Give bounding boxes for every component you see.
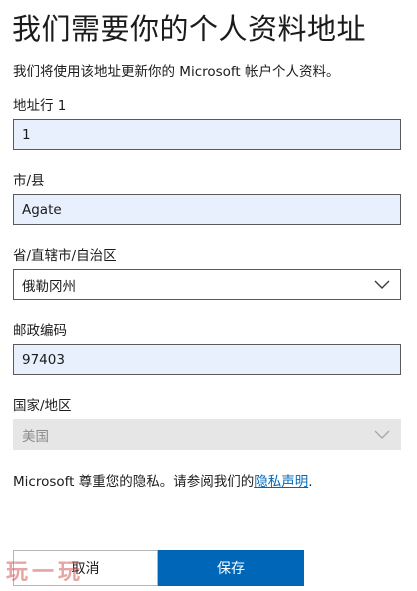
country-select: 美国 <box>13 419 401 450</box>
privacy-statement: Microsoft 尊重您的隐私。请参阅我们的隐私声明. <box>13 470 313 490</box>
chevron-down-icon <box>374 427 390 443</box>
page-description: 我们将使用该地址更新你的 Microsoft 帐户个人资料。 <box>13 64 340 80</box>
city-label: 市/县 <box>13 173 45 189</box>
postal-code-input[interactable] <box>13 344 401 375</box>
city-input[interactable] <box>13 194 401 225</box>
save-button[interactable]: 保存 <box>158 550 304 586</box>
privacy-link[interactable]: 隐私声明 <box>254 474 308 490</box>
address-line1-input[interactable] <box>13 119 401 150</box>
country-selected-value: 美国 <box>22 428 49 445</box>
postal-code-label: 邮政编码 <box>13 323 67 339</box>
privacy-suffix: . <box>308 474 313 490</box>
cancel-button[interactable]: 取消 <box>13 550 158 586</box>
privacy-prefix: Microsoft 尊重您的隐私。请参阅我们的 <box>13 474 255 490</box>
state-select[interactable]: 俄勒冈州 <box>13 269 401 300</box>
address-line1-label: 地址行 1 <box>13 98 67 114</box>
state-label: 省/直辖市/自治区 <box>13 248 117 264</box>
country-label: 国家/地区 <box>13 398 72 414</box>
state-selected-value: 俄勒冈州 <box>22 278 76 295</box>
page-title: 我们需要你的个人资料地址 <box>12 12 367 46</box>
chevron-down-icon <box>374 277 390 293</box>
